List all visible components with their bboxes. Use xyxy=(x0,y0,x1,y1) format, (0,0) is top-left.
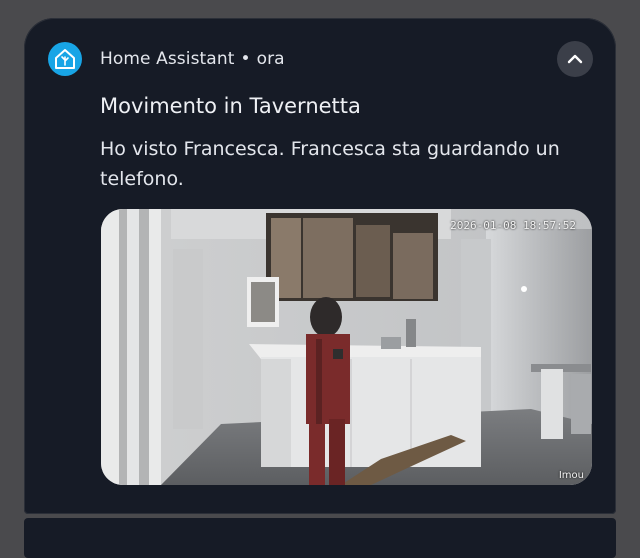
camera-scene xyxy=(101,209,592,485)
next-notification-card[interactable] xyxy=(24,518,616,558)
camera-timestamp: 2026-01-08 18:57:52 xyxy=(450,219,576,232)
home-assistant-icon xyxy=(48,42,82,76)
camera-brand: Imou xyxy=(558,470,584,481)
notification-header: Home Assistant • ora xyxy=(100,49,285,69)
app-name: Home Assistant xyxy=(100,49,235,69)
camera-snapshot[interactable]: 2026-01-08 18:57:52 Imou xyxy=(101,209,592,485)
notification-message: Ho visto Francesca. Francesca sta guarda… xyxy=(100,138,560,190)
chevron-up-icon xyxy=(567,54,583,64)
notification-time: ora xyxy=(256,49,285,69)
notification-title: Movimento in Tavernetta xyxy=(100,94,361,118)
header-separator: • xyxy=(240,49,251,69)
collapse-button[interactable] xyxy=(557,41,593,77)
